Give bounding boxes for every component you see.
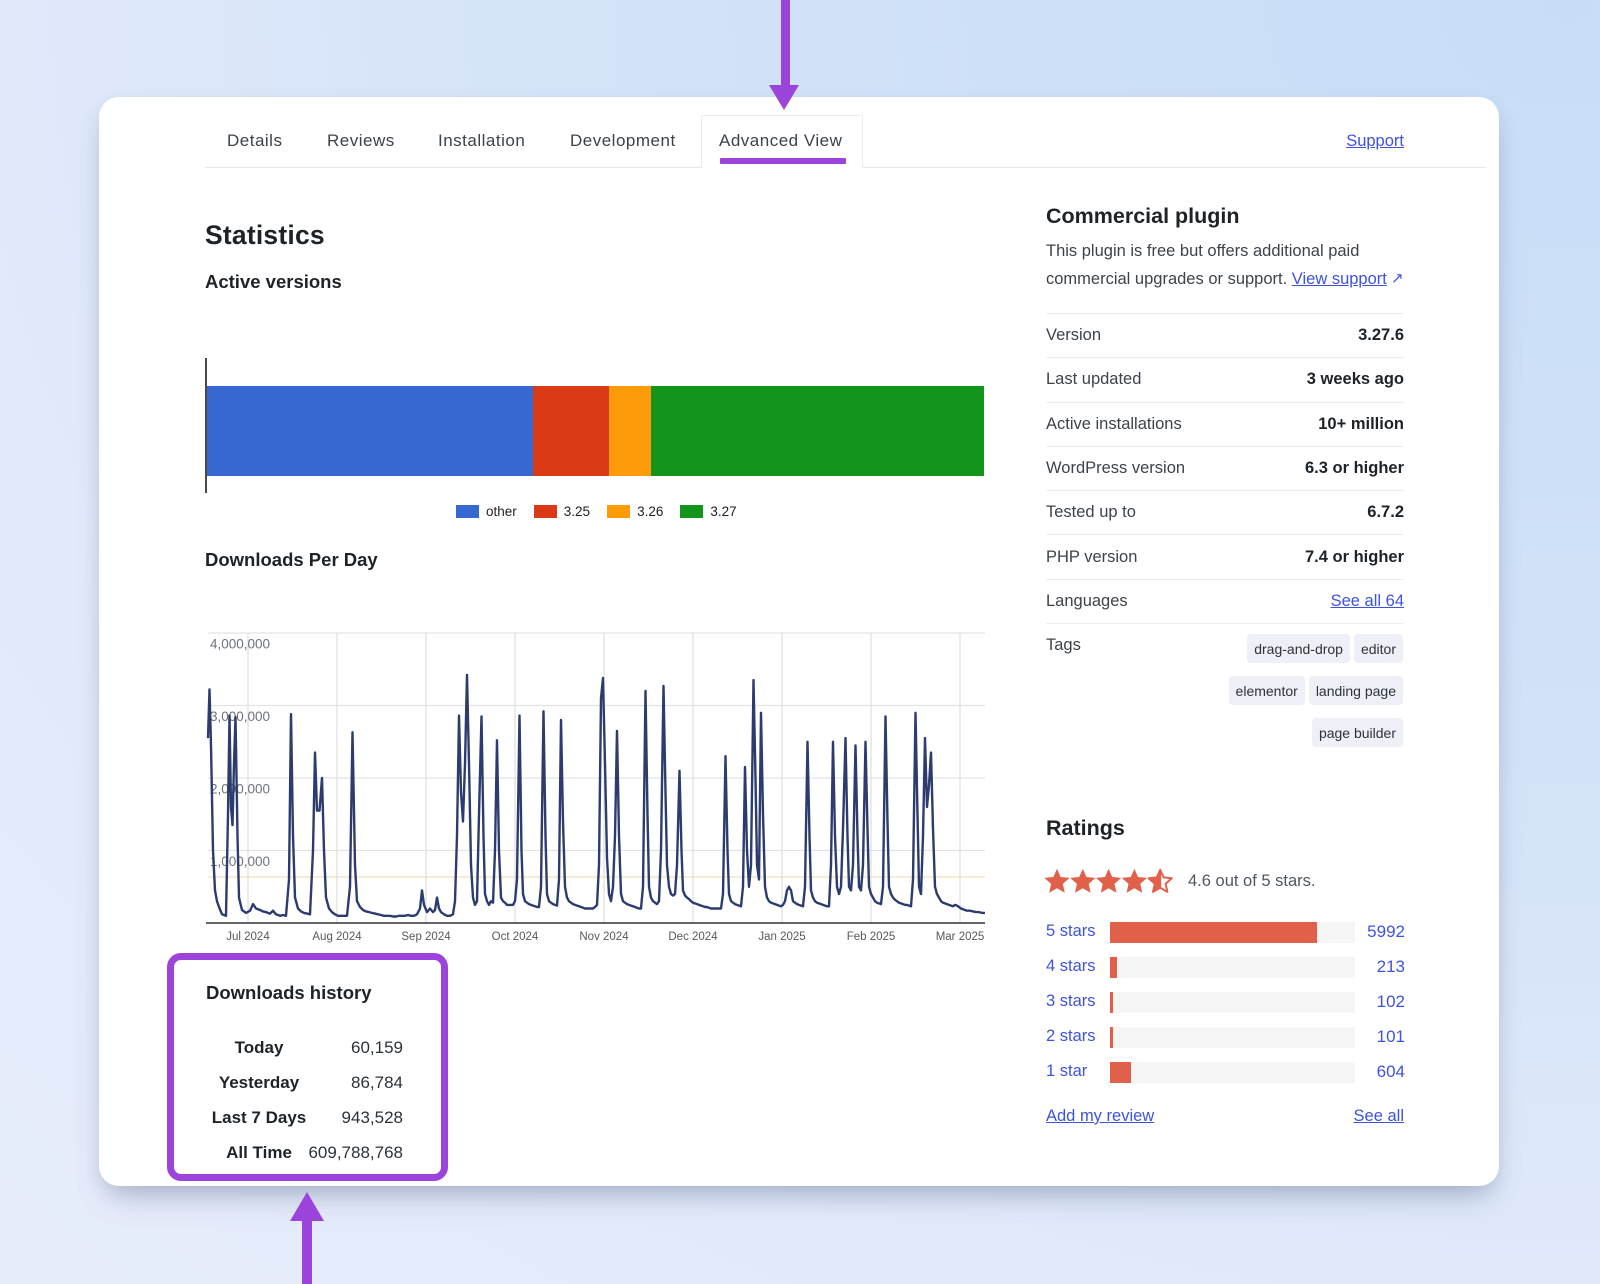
svg-text:Nov 2024: Nov 2024 — [579, 931, 629, 943]
svg-text:Aug 2024: Aug 2024 — [312, 931, 362, 943]
svg-text:3,000,000: 3,000,000 — [210, 709, 270, 724]
svg-text:2,000,000: 2,000,000 — [210, 782, 270, 797]
svg-text:1,000,000: 1,000,000 — [210, 854, 270, 869]
svg-text:Oct 2024: Oct 2024 — [492, 931, 539, 943]
svg-text:Jan 2025: Jan 2025 — [758, 931, 805, 943]
svg-text:Sep 2024: Sep 2024 — [401, 931, 451, 943]
svg-text:4,000,000: 4,000,000 — [210, 637, 270, 652]
svg-text:Feb 2025: Feb 2025 — [847, 931, 896, 943]
svg-text:Jul 2024: Jul 2024 — [226, 931, 270, 943]
svg-text:Mar 2025: Mar 2025 — [936, 931, 985, 943]
svg-text:Dec 2024: Dec 2024 — [668, 931, 718, 943]
